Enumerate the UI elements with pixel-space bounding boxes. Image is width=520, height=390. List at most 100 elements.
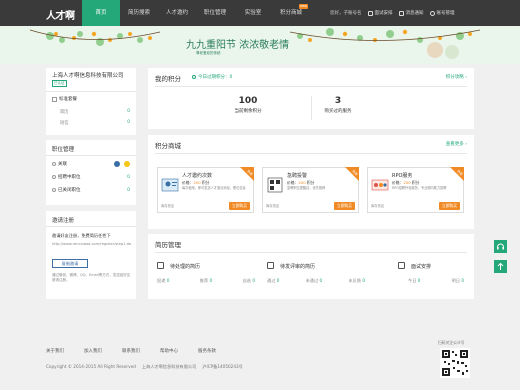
buy-now-button[interactable]: 立即购买	[438, 202, 460, 210]
resume-cells: 投递 0 推荐 0 自选 0	[157, 278, 255, 284]
stat-label: 简历	[60, 110, 69, 115]
purchased-services[interactable]: 3 购买过的服务	[298, 96, 378, 114]
nav-lab[interactable]: 实验室	[234, 0, 272, 26]
message-icon	[398, 10, 404, 16]
company-name[interactable]: 上海人才啊信息科技有限公司	[52, 73, 124, 79]
product-card[interactable]: 人才邀约次数 价格：200 积分 每次使用，即可发送人才邀请消息，职位信息 库存…	[157, 167, 254, 213]
banner-subtitle: 尊老爱幼的传统	[196, 51, 221, 55]
my-points-card: 我的积分 今日过期积分：0 积分攻略 › 100 当前剩余积分 3 购买过的服务	[148, 68, 474, 129]
wechat-icon	[114, 161, 120, 167]
product-price-value: 200	[298, 180, 306, 185]
job-item-related[interactable]: 关联	[52, 161, 132, 167]
holiday-banner[interactable]: 九九重阳节 浓浓敬老情 尊老爱幼的传统	[0, 26, 520, 64]
nav-home[interactable]: 首页	[82, 0, 120, 26]
resume-cell[interactable]: 通过 0	[267, 278, 279, 284]
footer-link-help[interactable]: 帮助中心	[160, 348, 178, 354]
resume-cell-value: 0	[362, 278, 365, 283]
resume-cell-label: 投递	[157, 278, 166, 283]
resume-cell-value: 0	[461, 278, 464, 283]
package-icon	[52, 96, 57, 102]
resume-cell[interactable]: 投递 0	[157, 278, 169, 284]
job-item-count: 0	[127, 174, 130, 180]
resume-group: 待发评审的简历 通过 0 未通过 0 未反馈 0	[267, 262, 365, 292]
interview-notice-button[interactable]: 面试安排	[367, 10, 393, 16]
product-desc: RPO招聘外包服务，专业顾问助力招聘	[392, 186, 447, 190]
username[interactable]: 子账号名	[344, 11, 362, 16]
divider	[155, 153, 467, 154]
footer: 关于我们 加入我们 联系我们 帮助中心 服务条款 Copyright © 201…	[0, 338, 520, 390]
calendar-icon	[398, 262, 405, 269]
resume-cell-label: 未反馈	[348, 278, 361, 283]
today-expire-text: 今日过期积分：0	[198, 75, 233, 80]
product-card[interactable]: 急聘投警 价格：200 积分 急聘职位更醒目，优先推荐 库存充足 立即购买 热卖	[262, 167, 359, 213]
buy-now-button[interactable]: 立即购买	[333, 202, 355, 210]
points-title: 我的积分	[155, 75, 181, 83]
divider	[46, 226, 136, 227]
divider	[155, 252, 467, 253]
banner-title: 九九重阳节 浓浓敬老情	[186, 40, 290, 51]
greeting-label: 您好，	[330, 11, 344, 16]
member-type: 标准套餐	[52, 96, 77, 102]
invite-note: 通过微信、微博、QQ、Email等方式，发送给好友邀请注册。	[52, 273, 131, 282]
stat-value[interactable]: 0	[127, 120, 130, 125]
nav-talent-invite[interactable]: 人才邀约	[158, 0, 196, 26]
mall-more-link[interactable]: 查看更多 ›	[446, 141, 467, 147]
buy-now-button[interactable]: 立即购买	[228, 202, 250, 210]
resume-cell-label: 通过	[267, 278, 276, 283]
nav-resume-search[interactable]: 简历搜索	[120, 0, 158, 26]
review-icon	[267, 262, 274, 269]
footer-link-about[interactable]: 关于我们	[46, 348, 64, 354]
closed-icon	[52, 188, 56, 192]
invite-link[interactable]: http://www.rencaiaaa.com/register/step1.…	[52, 242, 132, 247]
resume-cell-value: 0	[209, 278, 213, 283]
footer-link-join[interactable]: 加入我们	[84, 348, 102, 354]
icp-number[interactable]: 沪ICP备14050243号	[202, 364, 243, 370]
resume-cell[interactable]: 未反馈 0	[348, 278, 365, 284]
product-price-unit: 积分	[201, 180, 210, 185]
product-price-value: 200	[403, 180, 411, 185]
job-item-recruiting[interactable]: 招聘中职位 0	[52, 174, 132, 180]
product-card[interactable]: RPO服务 价格：200 积分 RPO招聘外包服务，专业顾问助力招聘 库存充足 …	[367, 167, 464, 213]
purchased-services-label: 购买过的服务	[324, 109, 352, 114]
resume-cell[interactable]: 自选 0	[243, 278, 255, 284]
points-strategy-link[interactable]: 积分攻略 ›	[446, 74, 467, 80]
resume-cell-value: 0	[417, 278, 421, 283]
nav-points-mall-label: 积分商城	[279, 10, 302, 16]
resume-cell[interactable]: 明日 0	[452, 278, 464, 284]
footer-link-contact[interactable]: 联系我们	[122, 348, 140, 354]
clock-icon	[192, 75, 196, 79]
main-nav: 首页 简历搜索 人才邀约 职位管理 实验室 积分商城 new	[82, 0, 310, 26]
remaining-points[interactable]: 100 当前剩余积分	[208, 96, 288, 114]
company-stat-row: 短信 0	[60, 120, 130, 126]
job-item-closed[interactable]: 已关闭职位 0	[52, 187, 132, 193]
resume-cell-value: 0	[166, 278, 170, 283]
product-price-label: 价格：	[392, 180, 404, 185]
site-logo[interactable]: 人才啊	[46, 7, 75, 22]
resume-cell-label: 明日	[451, 278, 460, 283]
resume-group-title: 面试安排	[411, 264, 432, 270]
footer-link-terms[interactable]: 服务条款	[198, 348, 216, 354]
copy-invite-button[interactable]: 复制邀请	[52, 259, 88, 268]
resume-cell[interactable]: 未通过 0	[306, 278, 323, 284]
resume-cell-label: 今日	[408, 278, 417, 283]
customer-service-button[interactable]	[494, 240, 507, 253]
footer-company: 上海人才啊信息科技有限公司	[141, 364, 197, 369]
invite-illustration-icon	[161, 178, 179, 192]
nav-points-mall[interactable]: 积分商城 new	[272, 0, 310, 26]
stat-value[interactable]: 0	[127, 109, 130, 114]
product-desc: 每次使用，即可发送人才邀请消息，职位信息	[182, 186, 246, 190]
resume-cell[interactable]: 今日 0	[408, 278, 420, 284]
nav-job-manage[interactable]: 职位管理	[196, 0, 234, 26]
product-price-unit: 积分	[306, 180, 315, 185]
account-manage-button[interactable]: 账号管理	[429, 10, 455, 16]
mall-title: 积分商城	[155, 142, 181, 150]
message-notice-button[interactable]: 消息通知	[398, 10, 424, 16]
back-to-top-button[interactable]	[494, 260, 507, 273]
invite-title: 邀请注册	[52, 218, 75, 224]
interview-notice-label: 面试安排	[374, 11, 393, 16]
resume-cell[interactable]: 推荐 0	[200, 278, 212, 284]
today-expire: 今日过期积分：0	[192, 74, 232, 80]
new-badge: new	[298, 4, 308, 9]
resume-group-title: 待发评审的简历	[280, 264, 316, 270]
user-area: 您好，子账号名 面试安排 消息通知 账号管理	[330, 0, 455, 26]
